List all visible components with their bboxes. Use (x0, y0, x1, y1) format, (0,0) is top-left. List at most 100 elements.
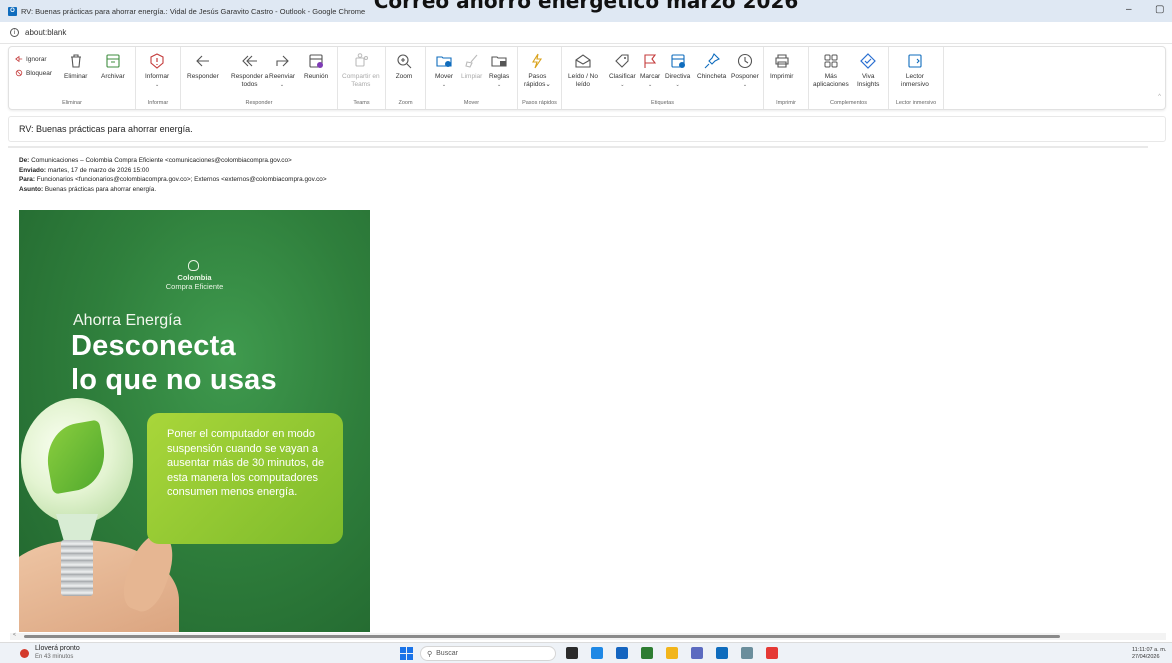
chevron-down-icon[interactable]: ⌄ (731, 81, 759, 89)
scroll-left-icon[interactable]: < (13, 632, 16, 638)
ribbon-group-mover: Mover ⌄ Limpiar Reglas ⌄ Mover (426, 47, 518, 109)
policy-button[interactable]: Directiva ⌄ (665, 52, 690, 89)
chevron-down-icon[interactable]: ⌄ (489, 81, 509, 89)
horizontal-scrollbar[interactable]: < (10, 632, 1166, 640)
block-button[interactable]: Bloquear (15, 69, 52, 77)
scrollbar-thumb[interactable] (24, 635, 1060, 638)
poster-kicker: Ahorra Energía (73, 312, 182, 329)
group-label-mover: Mover (463, 100, 480, 106)
trash-icon (70, 54, 81, 68)
print-button[interactable]: Imprimir (770, 52, 793, 81)
meeting-label: Reunión (304, 73, 329, 80)
snooze-button[interactable]: Posponer ⌄ (731, 52, 759, 89)
flag-button[interactable]: Marcar ⌄ (640, 52, 660, 89)
tip-box: Poner el computador en modo suspensión c… (147, 413, 343, 544)
taskbar-app-icon[interactable] (616, 647, 628, 659)
clock-date: 27/04/2026 (1132, 654, 1160, 660)
chevron-down-icon[interactable]: ⌄ (665, 81, 690, 89)
reply-button[interactable]: Responder (187, 52, 219, 81)
chevron-down-icon[interactable]: ⌄ (145, 81, 169, 89)
immersive-reader-label-2: inmersivo (901, 81, 929, 88)
forward-button[interactable]: Reenviar ⌄ (269, 52, 295, 89)
taskbar-app-icon[interactable] (716, 647, 728, 659)
from-label: De: (19, 157, 30, 164)
sent-value: martes, 17 de marzo de 2026 15:00 (47, 166, 150, 174)
chevron-down-icon[interactable]: ⌄ (640, 81, 660, 89)
report-button[interactable]: Informar ⌄ (145, 52, 169, 89)
energy-saving-poster: Colombia Compra Eficiente Ahorra Energía… (19, 210, 370, 632)
weather-line2: En 43 minutos (35, 654, 74, 660)
taskbar-app-icon[interactable] (741, 647, 753, 659)
ribbon-collapse-icon[interactable]: ^ (1158, 94, 1161, 100)
policy-icon (671, 54, 685, 68)
share-teams-button[interactable]: Compartir en Teams (342, 52, 380, 89)
header-from: De: Comunicaciones – Colombia Compra Efi… (19, 156, 327, 166)
group-label-imprimir: Imprimir (776, 100, 796, 106)
immersive-reader-button[interactable]: Lector inmersivo (901, 52, 929, 89)
overlay-title: Correo ahorro energético marzo 2026 (373, 0, 799, 13)
more-apps-button[interactable]: Más aplicaciones (813, 52, 849, 89)
categorize-button[interactable]: Clasificar ⌄ (609, 52, 636, 89)
ribbon-group-pasos-rapidos: Pasos rápidos⌄ Pasos rápidos (518, 47, 562, 109)
report-icon (150, 53, 164, 69)
chevron-down-icon[interactable]: ⌄ (609, 81, 636, 89)
ribbon-toolbar: Ignorar Bloquear Eliminar Archivar Elimi… (8, 46, 1166, 110)
archive-icon (106, 54, 120, 68)
reply-all-icon (241, 55, 257, 67)
block-icon (15, 69, 23, 77)
taskbar-app-icon[interactable] (666, 647, 678, 659)
viva-insights-button[interactable]: Viva Insights (857, 52, 879, 89)
info-icon[interactable]: i (10, 28, 19, 37)
to-value[interactable]: Funcionarios <funcionarios@colombiacompr… (37, 176, 327, 183)
address-bar[interactable]: i about:blank (0, 22, 1172, 44)
zoom-button[interactable]: Zoom (395, 52, 413, 81)
chevron-down-icon[interactable]: ⌄ (269, 81, 295, 89)
ribbon-group-imprimir: Imprimir Imprimir (764, 47, 809, 109)
rules-label: Reglas (489, 73, 510, 80)
taskbar-app-icon[interactable] (566, 647, 578, 659)
weather-line1: Lloverá pronto (35, 645, 80, 652)
ignore-button[interactable]: Ignorar (15, 55, 47, 63)
delete-button[interactable]: Eliminar (64, 52, 87, 81)
sweep-button[interactable]: Limpiar (461, 52, 482, 81)
group-label-eliminar: Eliminar (62, 100, 82, 106)
apps-grid-icon (824, 54, 838, 68)
read-unread-button[interactable]: Leído / No leído (568, 52, 598, 89)
reply-all-label-1: Responder a (231, 73, 269, 80)
ribbon-group-teams: Compartir en Teams Teams (338, 47, 386, 109)
chevron-down-icon[interactable]: ⌄ (435, 81, 453, 89)
teams-icon (355, 53, 368, 67)
meeting-button[interactable]: Reunión (304, 52, 328, 81)
reply-all-button[interactable]: Responder a todos (231, 52, 268, 89)
taskbar-app-icon[interactable] (591, 647, 603, 659)
system-clock[interactable]: 11:11:07 a. m. 27/04/2026 (1132, 647, 1166, 661)
taskbar-app-icon[interactable] (691, 647, 703, 659)
envelope-open-icon (575, 54, 591, 68)
header-sent: Enviado: martes, 17 de marzo de 2026 15:… (19, 166, 327, 176)
rules-button[interactable]: Reglas ⌄ (489, 52, 509, 89)
quick-steps-button[interactable]: Pasos rápidos⌄ (524, 52, 551, 89)
archive-button[interactable]: Archivar (101, 52, 125, 81)
colombia-compra-logo-icon (188, 260, 199, 271)
move-button[interactable]: Mover ⌄ (435, 52, 453, 89)
group-label-teams: Teams (353, 100, 370, 106)
reply-label: Responder (187, 73, 219, 80)
taskbar-app-icon[interactable] (641, 647, 653, 659)
ribbon-group-eliminar: Ignorar Bloquear Eliminar Archivar Elimi… (9, 47, 136, 109)
from-value[interactable]: Comunicaciones – Colombia Compra Eficien… (31, 157, 292, 164)
taskbar-search[interactable]: ⚲ Buscar (420, 646, 556, 661)
ribbon-group-informar: Informar ⌄ Informar (136, 47, 181, 109)
weather-widget[interactable]: Lloverá pronto En 43 minutos (20, 645, 80, 661)
share-teams-label-2: Teams (351, 81, 371, 88)
pin-button[interactable]: Chincheta (697, 52, 726, 81)
subject-label: Asunto: (19, 185, 44, 193)
printer-icon (775, 54, 789, 68)
ribbon-group-responder: Responder Responder a todos Reenviar ⌄ R… (181, 47, 338, 109)
taskbar-app-icon[interactable] (766, 647, 778, 659)
ignore-icon (15, 55, 23, 63)
reply-icon (196, 55, 209, 67)
to-label: Para: (19, 176, 35, 183)
chevron-down-icon[interactable]: ⌄ (545, 81, 550, 88)
address-url[interactable]: about:blank (25, 28, 66, 37)
windows-start-button[interactable] (400, 647, 413, 660)
